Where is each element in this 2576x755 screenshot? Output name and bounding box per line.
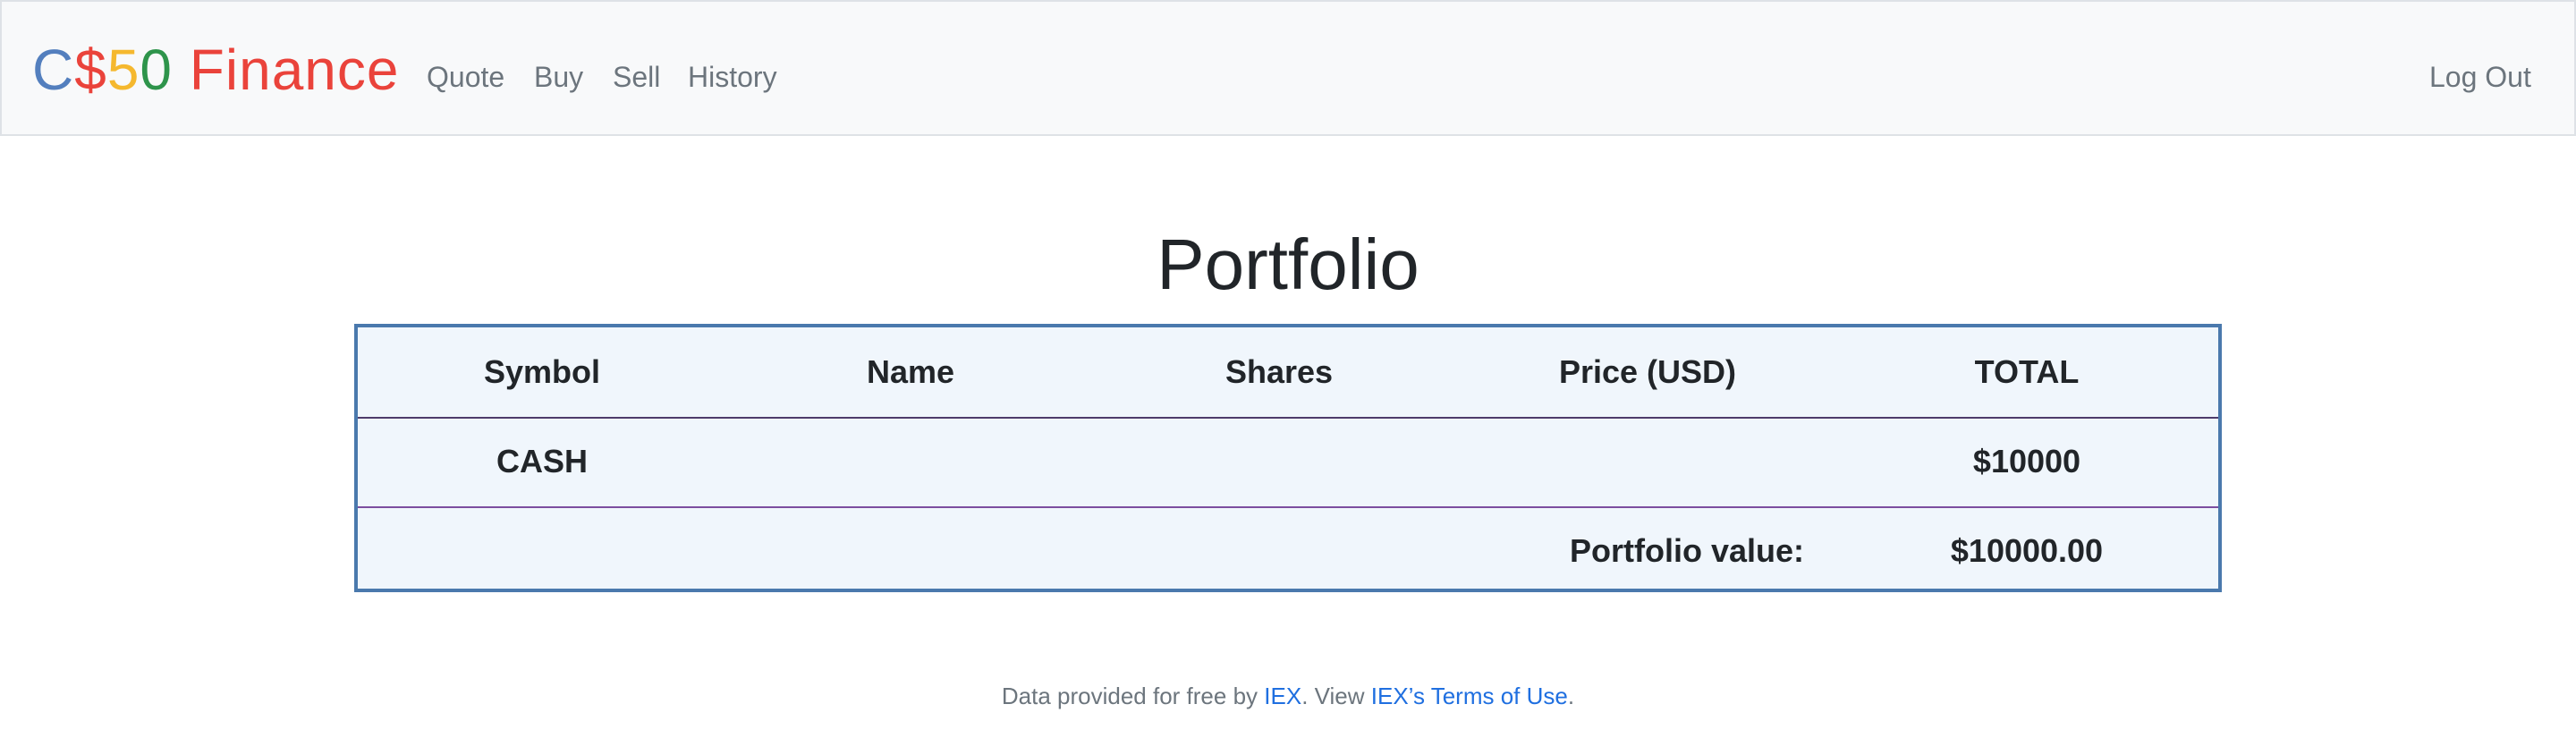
iex-link[interactable]: IEX xyxy=(1264,683,1301,709)
brand-dollar: $ xyxy=(74,38,107,102)
nav-buy[interactable]: Buy xyxy=(534,59,583,95)
cash-symbol-cell: CASH xyxy=(496,443,588,479)
page-title: Portfolio xyxy=(1157,225,1419,304)
cash-price-cell xyxy=(1463,417,1832,506)
nav-history[interactable]: History xyxy=(688,59,777,95)
footer-text-prefix: Data provided for free by xyxy=(1001,683,1265,709)
table-row: CASH $10000 xyxy=(358,417,2218,508)
footer-text-middle: . View xyxy=(1301,683,1371,709)
table-header-row: Symbol Name Shares Price (USD) TOTAL xyxy=(358,327,2218,419)
header-price: Price (USD) xyxy=(1558,353,1737,390)
cash-total-cell: $10000 xyxy=(1972,443,2081,479)
logout-link[interactable]: Log Out xyxy=(2429,59,2531,95)
brand-letter-c: C xyxy=(32,38,75,102)
portfolio-table: Symbol Name Shares Price (USD) TOTAL CAS… xyxy=(354,324,2222,592)
cash-name-cell xyxy=(726,417,1095,506)
brand-finance: Finance xyxy=(173,38,400,102)
header-shares: Shares xyxy=(1224,353,1334,390)
portfolio-summary-row: Portfolio value: $10000.00 xyxy=(358,506,2218,596)
header-symbol: Symbol xyxy=(483,353,601,390)
header-name: Name xyxy=(866,353,955,390)
footer: Data provided for free by IEX. View IEX’… xyxy=(0,678,2576,714)
cash-shares-cell xyxy=(1095,417,1463,506)
brand-digit-5: 5 xyxy=(106,38,140,102)
iex-terms-link[interactable]: IEX’s Terms of Use xyxy=(1371,683,1568,709)
nav-quote[interactable]: Quote xyxy=(427,59,504,95)
navbar: C$50 Finance Quote Buy Sell History Log … xyxy=(0,0,2576,136)
nav-sell[interactable]: Sell xyxy=(613,59,660,95)
brand-logo-link[interactable]: C$50 Finance xyxy=(32,34,399,106)
portfolio-value-amount: $10000.00 xyxy=(1950,532,2104,569)
header-total: TOTAL xyxy=(1974,353,2080,390)
brand-digit-0: 0 xyxy=(140,38,173,102)
footer-text-suffix: . xyxy=(1567,683,1575,709)
